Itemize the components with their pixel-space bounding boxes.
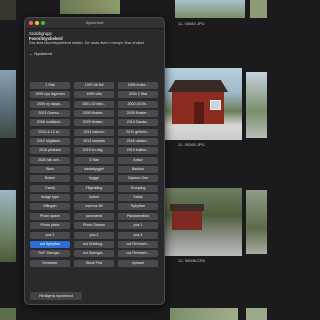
cabin-roof [168,80,228,92]
keyword-button[interactable]: 2010 Gamla... [118,119,158,127]
dialog-title: Nyckelord [85,20,104,25]
thumbnail-top-3[interactable] [250,0,267,18]
keyword-button[interactable]: 2005 fönster... [74,110,114,118]
file-name-3: 12- 00006.CR2 [178,258,206,263]
thumbnail-right-edge-1[interactable] [246,72,267,138]
keyword-button[interactable]: 1999 villa [74,91,114,99]
keyword-button[interactable]: not Stamgat... [74,250,114,258]
keyword-button[interactable]: 2000 2 Star [118,91,158,99]
keyword-button[interactable]: Indoor [74,194,114,202]
keyword-button[interactable]: Panoramafoto [118,212,158,220]
keyword-button[interactable]: mormor 80 [74,203,114,211]
keyword-button[interactable]: Photo place [30,222,70,230]
keyword-button[interactable]: 2013 uteplats [74,138,114,146]
keyword-button[interactable]: Barn [30,166,70,174]
file-name-2: 11- 00265.JPG [178,142,205,147]
chevron-down-icon[interactable]: ⌄ [29,51,32,56]
keyword-button[interactable]: Nyhyttan [118,203,158,211]
keyword-button[interactable]: not Ödelbug... [74,240,114,248]
edit-keywords-button[interactable]: Redigera nyckelord [30,292,82,300]
keyword-button[interactable]: 2012 höglakan... [30,138,70,146]
thumbnail-top-1[interactable] [60,0,120,14]
cabin-door [194,102,204,124]
keyword-button[interactable]: RoF Stamga... [30,250,70,258]
keyword-button[interactable]: bygge [74,175,114,183]
keywords-section-header[interactable]: ⌄ Nyckelord [29,51,160,56]
keyword-button[interactable]: Baskun [118,166,158,174]
dialog-header: Snabbgrupp Favoritnyckelord Dra dina fav… [29,31,160,56]
keyword-button-grid: 1 Star 1997-06 fall 1999 broke... 1999 nya … [30,82,158,267]
keyword-button[interactable]: 2006 mobilane... [30,119,70,127]
keyword-button[interactable]: 1997-06 fall [74,82,114,89]
keyword-button[interactable]: pos 3 [74,231,114,239]
keyword-button[interactable]: pos 1 [118,222,158,230]
thumbnail-forest[interactable] [164,188,242,256]
keyword-button[interactable]: 2016 utelam... [118,138,158,146]
keyword-button[interactable]: not Reimseh... [118,250,158,258]
thumbnail-cabin[interactable] [164,68,242,140]
keyword-button[interactable]: not Reimseh... [118,240,158,248]
keyword-button[interactable]: Kattis [118,194,158,202]
keyword-button[interactable]: 2016 picknick [30,147,70,155]
keyword-button[interactable]: Capture One [118,175,158,183]
keyword-button[interactable]: 2003 Gravsu... [30,110,70,118]
keyword-button[interactable]: Xphase [118,259,158,267]
keyword-button[interactable]: 2010 & 12 st... [30,128,70,136]
keyword-button[interactable]: 1999 broke... [118,82,158,89]
thumbnail-left-3[interactable] [0,308,16,320]
keyword-button[interactable]: Ankor [118,156,158,164]
dialog-titlebar: Nyckelord [25,18,164,29]
keyword-button[interactable]: 2009 fönster... [74,119,114,127]
thumbnail-left-top[interactable] [0,0,16,20]
keyword-button[interactable]: Semester [30,259,70,267]
keyword-button[interactable]: pos 4 [118,231,158,239]
cabin-window [210,100,221,110]
keyword-button[interactable]: panorama [74,212,114,220]
keywords-section-label: Nyckelord [34,51,53,56]
forest-cabin-roof [170,204,204,211]
forest-cabin [172,210,202,230]
keyword-button[interactable]: 1 Star [30,82,70,89]
thumbnail-bottom-2[interactable] [246,308,267,320]
favorite-keywords-description: Dra dina favoritnyckelord nedan. De visa… [29,41,145,45]
keyword-button[interactable]: pos 2 [30,231,70,239]
thumbnail-bottom-1[interactable] [170,308,238,320]
keyword-button[interactable]: 2011 geheim... [118,128,158,136]
keywords-dialog: Nyckelord Snabbgrupp Favoritnyckelord Dr… [24,17,165,305]
keyword-button[interactable]: Image type [30,194,70,202]
file-name-1: 11- 00082.JPG [178,21,205,26]
keyword-button[interactable]: Photo space [30,212,70,220]
keyword-button[interactable]: Stock Pick [74,259,114,267]
keyword-button[interactable]: Grouping [118,184,158,192]
keyword-button[interactable]: 2002-03 löt... [118,100,158,108]
keyword-button[interactable]: 2019 balkon... [118,147,158,155]
keyword-button[interactable]: 2001-02 klist... [74,100,114,108]
keyword-button[interactable]: 2000 ny tappa... [30,100,70,108]
keyword-button[interactable]: 2020 tak och... [30,156,70,164]
keyword-button[interactable]: Familj [30,184,70,192]
thumbnail-right-edge-2[interactable] [246,190,267,254]
keyword-button[interactable]: 2019 en väg... [74,147,114,155]
keyword-button[interactable]: 2005 fönster... [118,110,158,118]
keyword-button[interactable]: not Nyhyttan [30,240,70,248]
keyword-button[interactable]: 3 Star [74,156,114,164]
keyword-button[interactable]: Fågelsång [74,184,114,192]
keyword-button[interactable]: bastubygget [74,166,114,174]
thumbnail-left-1[interactable] [0,70,16,138]
thumbnail-top-2[interactable] [175,0,245,18]
thumbnail-left-2[interactable] [0,190,16,262]
keyword-button[interactable]: Photo Stream [74,222,114,230]
keyword-button[interactable]: 1999 nya lägenhet [30,91,70,99]
keyword-button[interactable]: Boden [30,175,70,183]
keyword-button[interactable]: 2011 bakrum [74,128,114,136]
keyword-button[interactable]: Mångan [30,203,70,211]
